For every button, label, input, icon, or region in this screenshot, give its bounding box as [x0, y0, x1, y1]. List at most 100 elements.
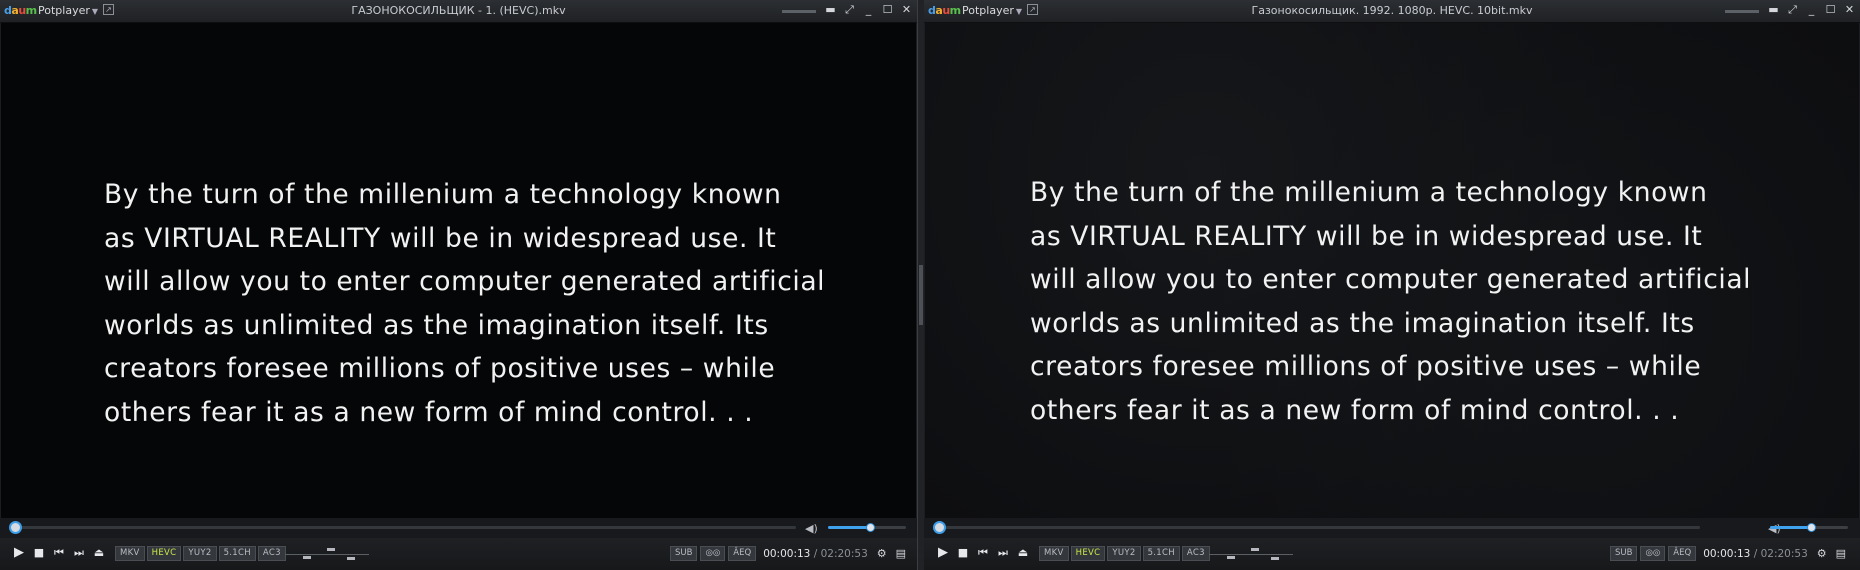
- subtitle-text: By the turn of the millenium a technolog…: [1030, 171, 1751, 432]
- minimize-button[interactable]: _: [862, 3, 875, 17]
- stop-icon[interactable]: ■: [954, 543, 972, 563]
- subtitle-text: By the turn of the millenium a technolog…: [104, 173, 825, 434]
- vr-glasses-icon[interactable]: ◎◎: [700, 546, 726, 561]
- play-icon[interactable]: ▶: [10, 543, 28, 563]
- app-name: Potplayer: [38, 4, 90, 17]
- daum-logo: daum: [4, 4, 37, 17]
- seek-handle[interactable]: [9, 521, 22, 534]
- opacity-slider[interactable]: [782, 9, 816, 13]
- mini-equalizer[interactable]: [1209, 546, 1293, 564]
- badge-audio-codec[interactable]: AC3: [257, 546, 286, 561]
- volume-fill: [1770, 526, 1811, 529]
- equalizer-button[interactable]: ÂEQ: [728, 546, 757, 561]
- pin-icon[interactable]: ↗: [103, 4, 114, 15]
- subtitle-line: creators foresee millions of positive us…: [104, 353, 776, 384]
- control-bar: ▶ ■ ⏮ ⏭ ⏏ MKV HEVC YUY2 5.1CH AC3 SUB ◎◎…: [0, 538, 917, 570]
- speaker-icon[interactable]: ◀): [805, 522, 818, 535]
- eject-icon[interactable]: ⏏: [1014, 543, 1032, 563]
- badge-container[interactable]: MKV: [115, 546, 145, 561]
- badge-video-codec[interactable]: HEVC: [146, 546, 182, 561]
- next-icon[interactable]: ⏭: [70, 543, 88, 563]
- fullscreen-icon[interactable]: ⤢: [1786, 3, 1799, 17]
- badge-container[interactable]: MKV: [1039, 546, 1069, 561]
- time-separator: /: [813, 547, 818, 560]
- subtitle-line: will allow you to enter computer generat…: [1030, 264, 1752, 295]
- time-display: 00:00:13 / 02:20:53: [763, 548, 868, 560]
- badge-channels[interactable]: 5.1CH: [218, 546, 256, 561]
- maximize-icon[interactable]: ☐: [881, 3, 894, 17]
- seek-handle[interactable]: [933, 521, 946, 534]
- play-icon[interactable]: ▶: [934, 543, 952, 563]
- daum-logo: daum: [928, 4, 961, 17]
- pin-icon[interactable]: ↗: [1027, 4, 1038, 15]
- subtitle-line: as VIRTUAL REALITY will be in widespread…: [104, 222, 777, 254]
- control-bar: ▶ ■ ⏮ ⏭ ⏏ MKV HEVC YUY2 5.1CH AC3 SUB ◎◎…: [924, 538, 1860, 570]
- time-separator: /: [1753, 547, 1758, 560]
- time-display: 00:00:13 / 02:20:53: [1703, 548, 1808, 560]
- minimize-button[interactable]: _: [1805, 3, 1818, 17]
- resize-grip[interactable]: [919, 265, 923, 325]
- window-title: ГАЗОНОКОСИЛЬЩИК - 1. (HEVC).mkv: [351, 4, 566, 17]
- duration: 02:20:53: [1760, 547, 1808, 560]
- volume-slider[interactable]: [1770, 523, 1848, 532]
- seek-bar[interactable]: [940, 526, 1700, 529]
- duration: 02:20:53: [820, 547, 868, 560]
- seek-row: ◀): [0, 518, 917, 538]
- badge-pixel-format[interactable]: YUY2: [1107, 546, 1141, 561]
- mini-equalizer[interactable]: [285, 546, 369, 564]
- seek-row: ◀): [924, 518, 1860, 538]
- format-badges: MKV HEVC YUY2 5.1CH AC3: [1039, 546, 1210, 561]
- minimize-icon[interactable]: ▬: [1767, 3, 1780, 17]
- subtitle-line: others fear it as a new form of mind con…: [1030, 394, 1680, 426]
- previous-icon[interactable]: ⏮: [974, 543, 992, 563]
- app-name: Potplayer: [962, 4, 1014, 17]
- current-time: 00:00:13: [1703, 547, 1751, 560]
- stop-icon[interactable]: ■: [30, 543, 48, 563]
- previous-icon[interactable]: ⏮: [50, 543, 68, 563]
- current-time: 00:00:13: [763, 547, 811, 560]
- volume-slider[interactable]: [828, 523, 906, 532]
- equalizer-button[interactable]: ÂEQ: [1668, 546, 1697, 561]
- fullscreen-icon[interactable]: ⤢: [843, 3, 856, 17]
- subtitle-line: By the turn of the millenium a technolog…: [1030, 177, 1708, 208]
- close-icon[interactable]: ✕: [900, 3, 913, 17]
- chevron-down-icon: ▼: [91, 7, 99, 16]
- subtitle-line: will allow you to enter computer generat…: [104, 266, 826, 297]
- subtitle-button[interactable]: SUB: [670, 546, 698, 561]
- opacity-slider[interactable]: [1725, 9, 1759, 13]
- playlist-icon[interactable]: ▤: [896, 547, 906, 560]
- volume-handle[interactable]: [866, 523, 876, 532]
- seek-bar[interactable]: [16, 526, 796, 529]
- badge-audio-codec[interactable]: AC3: [1181, 546, 1210, 561]
- next-icon[interactable]: ⏭: [994, 543, 1012, 563]
- subtitle-line: worlds as unlimited as the imagination i…: [1030, 307, 1695, 339]
- maximize-icon[interactable]: ☐: [1824, 3, 1837, 17]
- volume-handle[interactable]: [1806, 523, 1816, 532]
- gear-icon[interactable]: ⚙: [877, 547, 887, 560]
- minimize-icon[interactable]: ▬: [824, 3, 837, 17]
- vr-glasses-icon[interactable]: ◎◎: [1640, 546, 1666, 561]
- badge-pixel-format[interactable]: YUY2: [183, 546, 217, 561]
- badge-channels[interactable]: 5.1CH: [1142, 546, 1180, 561]
- video-area[interactable]: By the turn of the millenium a technolog…: [925, 23, 1859, 518]
- video-area[interactable]: By the turn of the millenium a technolog…: [1, 23, 916, 518]
- app-menu-button[interactable]: Potplayer ▼: [962, 4, 1022, 17]
- format-badges: MKV HEVC YUY2 5.1CH AC3: [115, 546, 286, 561]
- playlist-icon[interactable]: ▤: [1836, 547, 1846, 560]
- app-menu-button[interactable]: Potplayer ▼: [38, 4, 98, 17]
- subtitle-button[interactable]: SUB: [1610, 546, 1638, 561]
- subtitle-line: creators foresee millions of positive us…: [1030, 351, 1702, 382]
- gear-icon[interactable]: ⚙: [1817, 547, 1827, 560]
- badge-video-codec[interactable]: HEVC: [1070, 546, 1106, 561]
- eject-icon[interactable]: ⏏: [90, 543, 108, 563]
- subtitle-line: By the turn of the millenium a technolog…: [104, 179, 782, 210]
- volume-fill: [828, 526, 871, 529]
- player-window-left: daum Potplayer ▼ ↗ ГАЗОНОКОСИЛЬЩИК - 1. (…: [0, 0, 918, 570]
- window-title: Газонокосильщик. 1992. 1080p. HEVC. 10bi…: [1251, 4, 1533, 17]
- title-bar[interactable]: daum Potplayer ▼ ↗ Газонокосильщик. 1992.…: [924, 0, 1860, 23]
- title-bar[interactable]: daum Potplayer ▼ ↗ ГАЗОНОКОСИЛЬЩИК - 1. (…: [0, 0, 917, 23]
- subtitle-line: worlds as unlimited as the imagination i…: [104, 309, 769, 341]
- subtitle-line: others fear it as a new form of mind con…: [104, 396, 754, 428]
- close-icon[interactable]: ✕: [1843, 3, 1856, 17]
- chevron-down-icon: ▼: [1015, 7, 1023, 16]
